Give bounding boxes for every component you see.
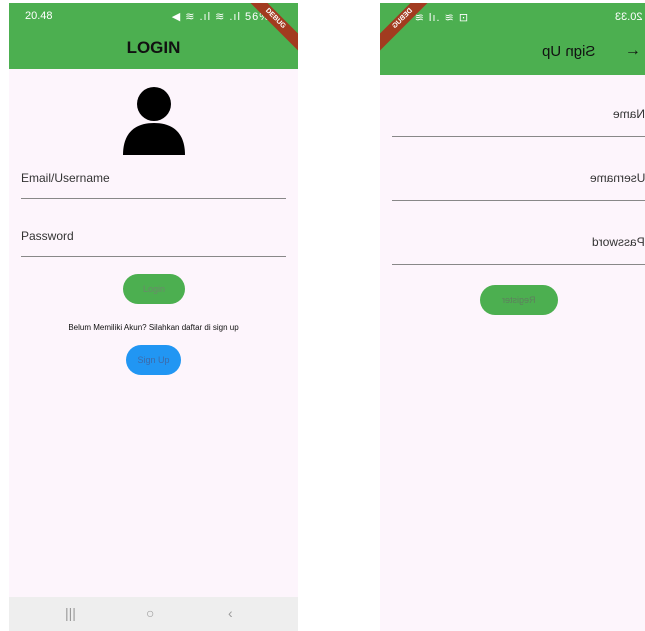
signup-button[interactable]: Sign Up xyxy=(126,345,181,375)
name-field[interactable]: Name xyxy=(392,107,645,137)
username-field[interactable]: Username xyxy=(392,171,645,201)
register-label: Register xyxy=(502,295,536,305)
login-button[interactable]: Login xyxy=(123,274,185,304)
back-arrow-icon[interactable]: ← xyxy=(625,42,641,60)
email-label: Email/Username xyxy=(21,171,110,185)
password-label: Password xyxy=(592,235,645,249)
password-field[interactable]: Password xyxy=(392,235,645,265)
system-nav-bar: ||| ○ ‹ xyxy=(9,597,298,631)
email-field[interactable]: Email/Username xyxy=(21,171,286,199)
app-bar: Sign Up ← xyxy=(380,31,645,75)
status-time: 20.48 xyxy=(25,10,53,22)
status-time: 20.33 xyxy=(615,11,643,23)
signup-hint: Belum Memiliki Akun? Silahkan daftar di … xyxy=(68,323,239,332)
password-field[interactable]: Password xyxy=(21,229,286,257)
username-label: Username xyxy=(589,171,645,185)
page-title: LOGIN xyxy=(126,38,181,57)
page-title: Sign Up xyxy=(541,43,595,60)
register-button[interactable]: Register xyxy=(480,285,558,315)
signup-screen: ⊡ ≋ .ıl ≋ ⌀ 20.33 Sign Up ← DEBUG Name U… xyxy=(380,3,645,631)
status-icons: ◀ ≋ .ıl ≋ .ıl 56% xyxy=(171,11,270,23)
person-icon xyxy=(123,85,185,155)
password-label: Password xyxy=(21,229,74,243)
app-bar: LOGIN xyxy=(9,29,298,69)
recents-icon[interactable]: ||| xyxy=(65,605,76,621)
login-screen: 20.48 ◀ ≋ .ıl ≋ .ıl 56% LOGIN DEBUG Emai… xyxy=(9,3,298,631)
name-label: Name xyxy=(612,107,645,121)
back-nav-icon[interactable]: ‹ xyxy=(228,605,233,621)
home-icon[interactable]: ○ xyxy=(146,605,154,621)
